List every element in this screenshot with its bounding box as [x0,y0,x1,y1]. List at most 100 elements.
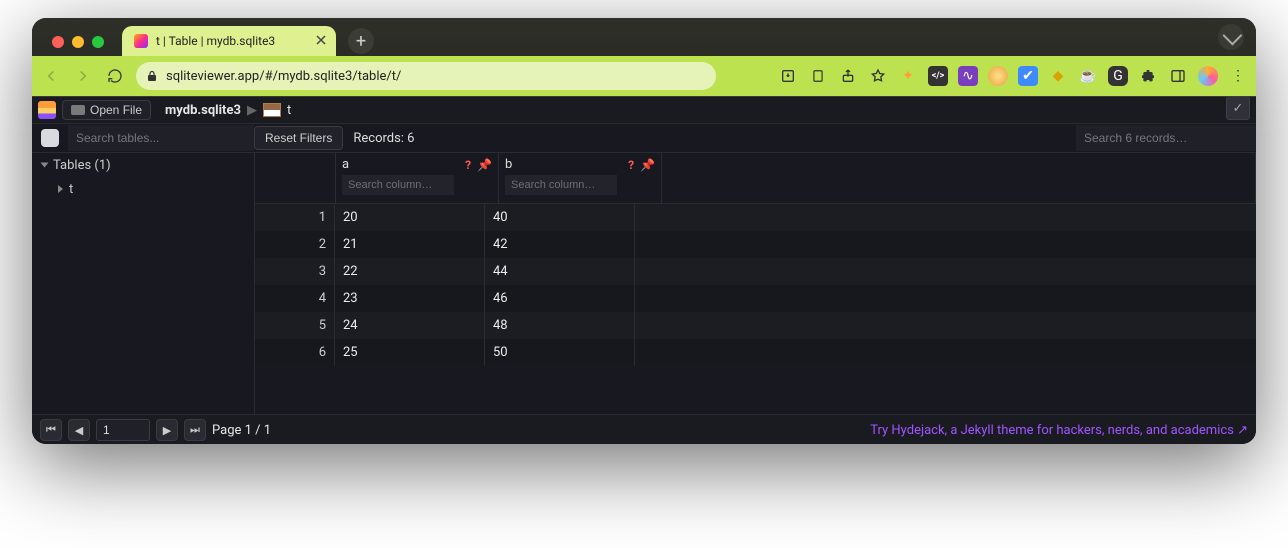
cell-a[interactable]: 20 [335,204,485,231]
cell-b[interactable]: 48 [485,312,635,339]
cell-b[interactable]: 44 [485,258,635,285]
confirm-button[interactable]: ✓ [1226,96,1250,120]
cell-a[interactable]: 25 [335,339,485,366]
row-number: 2 [255,231,335,258]
sidebar-tables-heading[interactable]: Tables (1) [32,153,254,177]
promo-link[interactable]: Try Hydejack, a Jekyll theme for hackers… [870,423,1248,438]
nullable-icon: ? [465,158,471,172]
extension-icon[interactable]: ✦ [898,66,918,86]
breadcrumb-table[interactable]: t [287,103,291,118]
column-header-a[interactable]: a ? 📌 [336,153,499,203]
minimize-window-button[interactable] [72,36,84,48]
app-logo-icon [38,101,56,119]
zoom-window-button[interactable] [92,36,104,48]
extension-icon[interactable]: ∿ [958,66,978,86]
browser-tab[interactable]: t | Table | mydb.sqlite3 [122,26,336,56]
extension-icon[interactable]: ✔ [1018,66,1038,86]
sidebar: Tables (1) t [32,153,255,414]
reset-filters-button[interactable]: Reset Filters [254,126,343,150]
first-page-button[interactable]: ⏮ [40,419,62,441]
table-row[interactable]: 52448 [255,312,1256,339]
cell-b[interactable]: 40 [485,204,635,231]
extension-icon[interactable]: ☕ [1078,66,1098,86]
cell-a[interactable]: 23 [335,285,485,312]
cell-empty [635,231,1256,258]
row-number: 3 [255,258,335,285]
extension-icon[interactable] [988,66,1008,86]
extension-icon[interactable]: G [1108,66,1128,86]
extension-icon[interactable]: ◆ [1048,66,1068,86]
pin-icon[interactable]: 📌 [477,158,492,172]
open-file-button[interactable]: Open File [62,100,151,120]
cell-empty [635,339,1256,366]
forward-button[interactable] [72,65,94,87]
reader-icon[interactable] [808,66,828,86]
sidebar-item-label: t [69,182,73,197]
address-bar[interactable]: sqliteviewer.app/#/mydb.sqlite3/table/t/ [136,62,716,90]
table-row[interactable]: 62550 [255,339,1256,366]
cell-empty [635,285,1256,312]
tab-overflow-button[interactable] [1218,24,1244,50]
cell-b[interactable]: 46 [485,285,635,312]
table-icon [263,103,281,117]
sidebar-table-item[interactable]: t [32,177,254,201]
open-file-label: Open File [90,103,142,117]
column-search-input[interactable] [505,175,617,195]
lock-icon [146,70,158,82]
search-records-input[interactable] [1076,125,1256,151]
cell-b[interactable]: 42 [485,231,635,258]
cell-b[interactable]: 50 [485,339,635,366]
table-row[interactable]: 12040 [255,204,1256,231]
chevron-down-icon [41,163,49,168]
side-panel-icon[interactable] [1168,66,1188,86]
column-name: a [342,157,349,172]
column-name: b [505,157,512,172]
window-controls [40,36,116,56]
page-indicator: Page 1 / 1 [212,423,271,438]
next-page-button[interactable]: ▶ [156,419,178,441]
column-search-input[interactable] [342,175,454,195]
new-tab-button[interactable]: + [348,28,374,54]
cell-a[interactable]: 22 [335,258,485,285]
pin-icon[interactable]: 📌 [640,158,655,172]
browser-menu-icon[interactable]: ⋮ [1228,66,1248,86]
folder-icon [71,105,85,115]
cell-empty [635,312,1256,339]
install-app-icon[interactable] [778,66,798,86]
last-page-button[interactable]: ⏭ [184,419,206,441]
nullable-icon: ? [628,158,634,172]
row-number: 6 [255,339,335,366]
tab-favicon [134,34,148,48]
chevron-right-icon [58,185,63,193]
prev-page-button[interactable]: ◀ [68,419,90,441]
extension-icon[interactable]: </> [928,66,948,86]
extensions-menu-icon[interactable] [1138,66,1158,86]
toolbar-actions: ✦ </> ∿ ✔ ◆ ☕ G ⋮ [778,66,1248,86]
bookmark-star-icon[interactable] [868,66,888,86]
breadcrumb-db[interactable]: mydb.sqlite3 [165,103,241,118]
breadcrumb: mydb.sqlite3 ▶ t [165,103,291,118]
cell-empty [635,258,1256,285]
close-window-button[interactable] [52,36,64,48]
back-button[interactable] [40,65,62,87]
reload-button[interactable] [104,65,126,87]
row-number: 4 [255,285,335,312]
breadcrumb-sep-icon: ▶ [247,103,257,118]
table-row[interactable]: 22142 [255,231,1256,258]
page-input[interactable] [96,419,150,441]
cell-a[interactable]: 24 [335,312,485,339]
table-row[interactable]: 42346 [255,285,1256,312]
tab-title: t | Table | mydb.sqlite3 [156,34,275,48]
profile-avatar[interactable] [1198,66,1218,86]
close-tab-button[interactable] [314,33,328,47]
data-grid: a ? 📌 b ? 📌 [255,153,1256,414]
share-icon[interactable] [838,66,858,86]
cell-a[interactable]: 21 [335,231,485,258]
row-number: 1 [255,204,335,231]
cell-empty [635,204,1256,231]
search-tables-input[interactable] [68,125,254,151]
row-number: 5 [255,312,335,339]
api-icon[interactable] [32,129,68,147]
column-header-b[interactable]: b ? 📌 [499,153,662,203]
table-row[interactable]: 32244 [255,258,1256,285]
